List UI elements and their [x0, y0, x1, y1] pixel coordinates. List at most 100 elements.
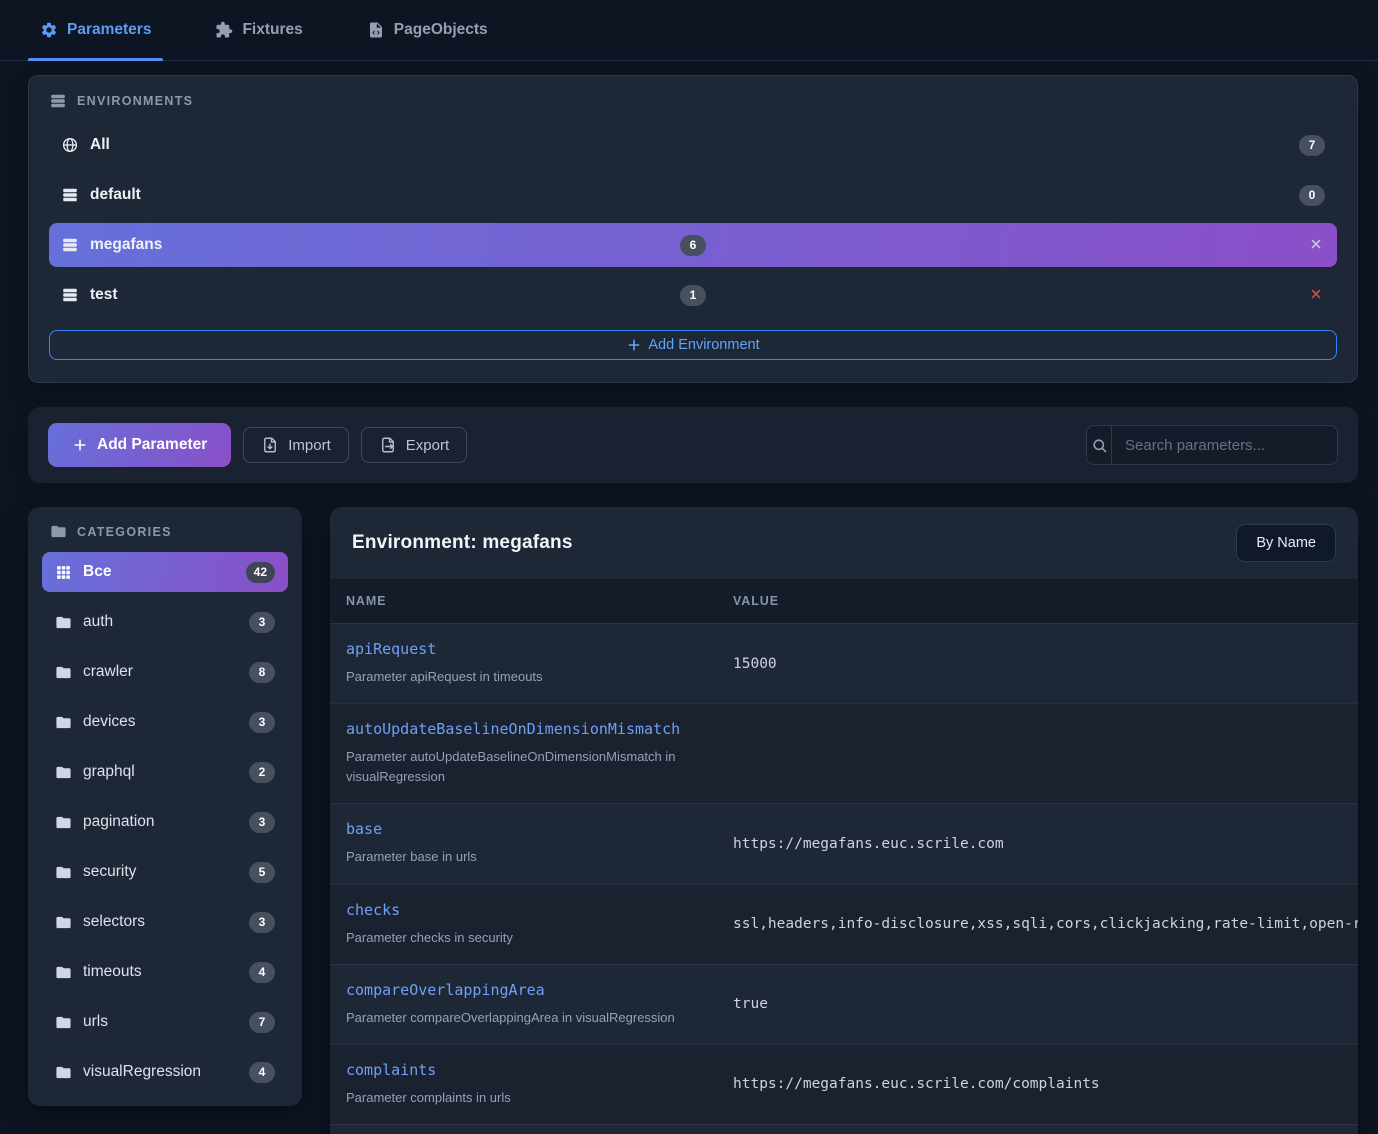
category-name: graphql: [83, 763, 135, 781]
parameter-value: https://megafans.euc.scrile.com/complain…: [733, 1061, 1358, 1108]
parameter-row-apiRequest: apiRequest Parameter apiRequest in timeo…: [330, 623, 1358, 703]
category-name: visualRegression: [83, 1063, 201, 1081]
parameter-value: 15000: [733, 640, 1358, 687]
environments-panel: ENVIRONMENTS All 7 default 0 megafans 6 …: [28, 75, 1358, 383]
column-value: VALUE: [733, 594, 1358, 608]
tab-pageobjects[interactable]: PageObjects: [355, 0, 500, 60]
tab-fixtures[interactable]: Fixtures: [203, 0, 314, 60]
count-badge: 2: [249, 762, 275, 783]
category-item-urls[interactable]: urls 7: [42, 1002, 288, 1042]
server-icon: [61, 186, 79, 204]
environment-name: megafans: [90, 236, 162, 254]
category-item-crawler[interactable]: crawler 8: [42, 652, 288, 692]
category-name: auth: [83, 613, 113, 631]
folder-icon: [55, 764, 72, 781]
parameter-name-link[interactable]: compareOverlappingArea: [346, 981, 545, 999]
category-item-auth[interactable]: auth 3: [42, 602, 288, 642]
folder-icon: [55, 714, 72, 731]
count-badge: 4: [249, 962, 275, 983]
category-item-selectors[interactable]: selectors 3: [42, 902, 288, 942]
parameter-name-link[interactable]: checks: [346, 901, 400, 919]
folder-icon: [55, 914, 72, 931]
delete-environment-icon[interactable]: [1309, 287, 1325, 303]
column-name: NAME: [330, 594, 733, 608]
folder-icon: [55, 614, 72, 631]
plus-icon: [626, 337, 642, 353]
parameter-row-complaints: complaints Parameter complaints in urls …: [330, 1044, 1358, 1124]
parameter-description: Parameter autoUpdateBaselineOnDimensionM…: [346, 747, 714, 787]
folder-icon: [55, 864, 72, 881]
category-name: Все: [83, 563, 111, 581]
category-item-security[interactable]: security 5: [42, 852, 288, 892]
top-nav: Parameters Fixtures PageObjects: [0, 0, 1378, 61]
count-badge: 3: [249, 912, 275, 933]
parameter-description: Parameter checks in security: [346, 928, 714, 948]
environment-title: Environment: megafans: [352, 532, 573, 554]
environment-item-megafans[interactable]: megafans 6: [49, 223, 1337, 267]
gear-icon: [40, 21, 58, 39]
count-badge: 3: [249, 612, 275, 633]
count-badge: 5: [249, 862, 275, 883]
environment-name: default: [90, 186, 141, 204]
parameter-value: https://megafans.euc.scrile.com: [733, 820, 1358, 867]
environments-header: ENVIRONMENTS: [49, 92, 1337, 110]
count-badge: 3: [249, 812, 275, 833]
category-name: timeouts: [83, 963, 142, 981]
category-item-visualregression[interactable]: visualRegression 4: [42, 1052, 288, 1092]
delete-environment-icon[interactable]: [1309, 237, 1325, 253]
category-item-timeouts[interactable]: timeouts 4: [42, 952, 288, 992]
import-icon: [261, 436, 279, 454]
puzzle-icon: [215, 21, 233, 39]
parameter-value: true: [733, 981, 1358, 1028]
parameter-name-link[interactable]: autoUpdateBaselineOnDimensionMismatch: [346, 720, 680, 738]
parameter-description: Parameter compareOverlappingArea in visu…: [346, 1008, 714, 1028]
count-badge: 1: [680, 285, 706, 306]
count-badge: 6: [680, 235, 706, 256]
category-name: urls: [83, 1013, 108, 1031]
environment-item-default[interactable]: default 0: [49, 173, 1337, 217]
parameter-name-link[interactable]: apiRequest: [346, 640, 436, 658]
sort-by-button[interactable]: By Name: [1236, 524, 1336, 562]
add-environment-button[interactable]: Add Environment: [49, 330, 1337, 360]
tab-parameters[interactable]: Parameters: [28, 0, 163, 60]
parameter-value: [733, 720, 1358, 787]
folder-icon: [55, 814, 72, 831]
import-button[interactable]: Import: [243, 427, 349, 463]
count-badge: 4: [249, 1062, 275, 1083]
add-parameter-button[interactable]: Add Parameter: [48, 423, 231, 467]
globe-icon: [61, 136, 79, 154]
folder-icon: [55, 1064, 72, 1081]
category-item-graphql[interactable]: graphql 2: [42, 752, 288, 792]
categories-title: CATEGORIES: [77, 525, 172, 539]
parameter-value: ssl,headers,info-disclosure,xss,sqli,cor…: [733, 901, 1358, 948]
category-item-devices[interactable]: devices 3: [42, 702, 288, 742]
search-box: [1086, 425, 1338, 465]
grid-icon: [55, 564, 72, 581]
category-item-все[interactable]: Все 42: [42, 552, 288, 592]
environment-item-test[interactable]: test 1: [49, 273, 1337, 317]
count-badge: 8: [249, 662, 275, 683]
folder-icon: [55, 664, 72, 681]
parameter-description: Parameter apiRequest in timeouts: [346, 667, 714, 687]
search-input[interactable]: [1112, 426, 1337, 464]
count-badge: 7: [249, 1012, 275, 1033]
count-badge: 7: [1299, 135, 1325, 156]
export-button[interactable]: Export: [361, 427, 467, 463]
toolbar: Add Parameter Import Export: [28, 407, 1358, 483]
parameters-panel: Environment: megafans By Name NAME VALUE…: [330, 507, 1358, 1134]
count-badge: 3: [249, 712, 275, 733]
environment-name: test: [90, 286, 118, 304]
environment-item-all[interactable]: All 7: [49, 123, 1337, 167]
server-icon: [49, 92, 67, 110]
server-icon: [61, 236, 79, 254]
category-name: security: [83, 863, 136, 881]
table-header: NAME VALUE: [330, 579, 1358, 623]
parameter-row-autoUpdateBaselineOnDimensionMismatch: autoUpdateBaselineOnDimensionMismatch Pa…: [330, 703, 1358, 803]
parameter-name-link[interactable]: base: [346, 820, 382, 838]
category-item-pagination[interactable]: pagination 3: [42, 802, 288, 842]
parameter-name-link[interactable]: complaints: [346, 1061, 436, 1079]
environment-name: All: [90, 136, 110, 154]
parameter-row-base: base Parameter base in urls https://mega…: [330, 803, 1358, 883]
categories-header: CATEGORIES: [42, 523, 288, 540]
folder-icon: [55, 964, 72, 981]
